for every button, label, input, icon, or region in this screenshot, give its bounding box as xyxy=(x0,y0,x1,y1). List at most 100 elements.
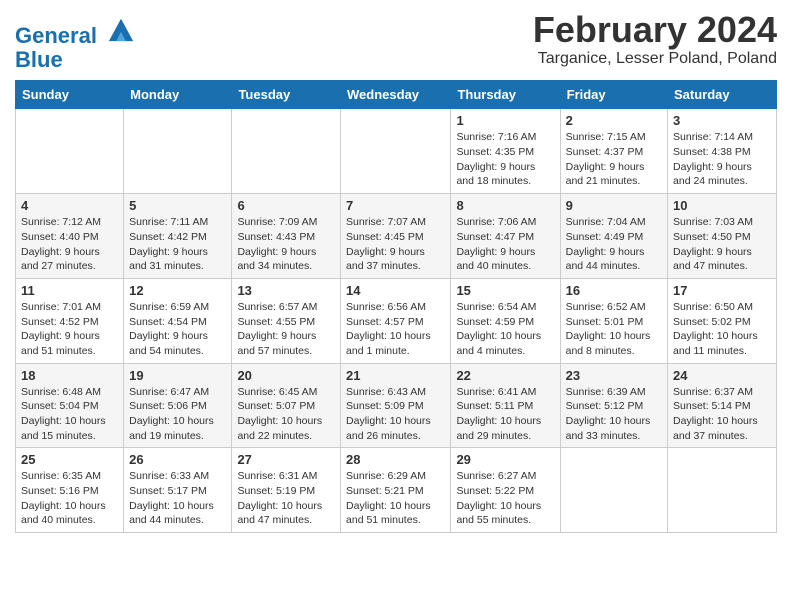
calendar-cell xyxy=(341,109,451,194)
calendar-cell: 24 Sunrise: 6:37 AMSunset: 5:14 PMDayligh… xyxy=(668,363,777,448)
logo-blue: Blue xyxy=(15,48,135,72)
col-thursday: Thursday xyxy=(451,81,560,109)
col-sunday: Sunday xyxy=(16,81,124,109)
day-number: 14 xyxy=(346,283,445,298)
day-number: 2 xyxy=(566,113,662,128)
day-number: 18 xyxy=(21,368,118,383)
day-info: Sunrise: 6:33 AMSunset: 5:17 PMDaylight:… xyxy=(129,469,226,528)
calendar-week-row: 1Sunrise: 7:16 AMSunset: 4:35 PMDaylight… xyxy=(16,109,777,194)
day-number: 21 xyxy=(346,368,445,383)
day-info: Sunrise: 6:41 AMSunset: 5:11 PMDaylight:… xyxy=(456,385,554,444)
day-info: Sunrise: 7:11 AMSunset: 4:42 PMDaylight:… xyxy=(129,215,226,274)
day-number: 16 xyxy=(566,283,662,298)
calendar-cell: 28 Sunrise: 6:29 AMSunset: 5:21 PMDayligh… xyxy=(341,448,451,533)
day-number: 17 xyxy=(673,283,771,298)
calendar-cell: 23 Sunrise: 6:39 AMSunset: 5:12 PMDayligh… xyxy=(560,363,667,448)
day-number: 10 xyxy=(673,198,771,213)
day-info: Sunrise: 6:57 AMSunset: 4:55 PMDaylight:… xyxy=(237,300,335,359)
day-info: Sunrise: 7:06 AMSunset: 4:47 PMDaylight:… xyxy=(456,215,554,274)
calendar-cell: 19Sunrise: 6:47 AMSunset: 5:06 PMDayligh… xyxy=(124,363,232,448)
calendar-cell: 12 Sunrise: 6:59 AMSunset: 4:54 PMDayligh… xyxy=(124,278,232,363)
calendar-cell: 22 Sunrise: 6:41 AMSunset: 5:11 PMDayligh… xyxy=(451,363,560,448)
col-wednesday: Wednesday xyxy=(341,81,451,109)
page-subtitle: Targanice, Lesser Poland, Poland xyxy=(533,50,777,68)
calendar-cell: 10Sunrise: 7:03 AMSunset: 4:50 PMDayligh… xyxy=(668,194,777,279)
day-number: 15 xyxy=(456,283,554,298)
calendar-cell: 7 Sunrise: 7:07 AMSunset: 4:45 PMDaylight… xyxy=(341,194,451,279)
day-number: 20 xyxy=(237,368,335,383)
calendar-cell: 20 Sunrise: 6:45 AMSunset: 5:07 PMDayligh… xyxy=(232,363,341,448)
day-info: Sunrise: 6:37 AMSunset: 5:14 PMDaylight:… xyxy=(673,385,771,444)
day-number: 27 xyxy=(237,452,335,467)
day-number: 13 xyxy=(237,283,335,298)
logo-icon xyxy=(107,15,135,43)
day-info: Sunrise: 6:39 AMSunset: 5:12 PMDaylight:… xyxy=(566,385,662,444)
day-info: Sunrise: 7:12 AMSunset: 4:40 PMDaylight:… xyxy=(21,215,118,274)
day-info: Sunrise: 6:50 AMSunset: 5:02 PMDaylight:… xyxy=(673,300,771,359)
logo: General Blue xyxy=(15,15,135,72)
day-info: Sunrise: 6:29 AMSunset: 5:21 PMDaylight:… xyxy=(346,469,445,528)
page-header: General Blue February 2024 Targanice, Le… xyxy=(15,10,777,72)
day-number: 25 xyxy=(21,452,118,467)
calendar-cell: 4Sunrise: 7:12 AMSunset: 4:40 PMDaylight… xyxy=(16,194,124,279)
day-number: 7 xyxy=(346,198,445,213)
day-info: Sunrise: 6:54 AMSunset: 4:59 PMDaylight:… xyxy=(456,300,554,359)
logo-text: General xyxy=(15,15,135,48)
calendar-cell: 5 Sunrise: 7:11 AMSunset: 4:42 PMDaylight… xyxy=(124,194,232,279)
calendar-cell: 21 Sunrise: 6:43 AMSunset: 5:09 PMDayligh… xyxy=(341,363,451,448)
day-number: 29 xyxy=(456,452,554,467)
day-number: 5 xyxy=(129,198,226,213)
day-info: Sunrise: 6:43 AMSunset: 5:09 PMDaylight:… xyxy=(346,385,445,444)
day-info: Sunrise: 6:45 AMSunset: 5:07 PMDaylight:… xyxy=(237,385,335,444)
page-title: February 2024 xyxy=(533,10,777,50)
logo-general: General xyxy=(15,23,97,48)
col-saturday: Saturday xyxy=(668,81,777,109)
day-info: Sunrise: 7:14 AMSunset: 4:38 PMDaylight:… xyxy=(673,130,771,189)
calendar-week-row: 4Sunrise: 7:12 AMSunset: 4:40 PMDaylight… xyxy=(16,194,777,279)
day-info: Sunrise: 7:07 AMSunset: 4:45 PMDaylight:… xyxy=(346,215,445,274)
day-number: 28 xyxy=(346,452,445,467)
day-number: 24 xyxy=(673,368,771,383)
col-tuesday: Tuesday xyxy=(232,81,341,109)
calendar-cell: 27 Sunrise: 6:31 AMSunset: 5:19 PMDayligh… xyxy=(232,448,341,533)
calendar-week-row: 11Sunrise: 7:01 AMSunset: 4:52 PMDayligh… xyxy=(16,278,777,363)
calendar-cell xyxy=(560,448,667,533)
calendar-cell: 29 Sunrise: 6:27 AMSunset: 5:22 PMDayligh… xyxy=(451,448,560,533)
calendar-cell xyxy=(668,448,777,533)
calendar-week-row: 25Sunrise: 6:35 AMSunset: 5:16 PMDayligh… xyxy=(16,448,777,533)
calendar-cell xyxy=(232,109,341,194)
calendar-week-row: 18 Sunrise: 6:48 AMSunset: 5:04 PMDayligh… xyxy=(16,363,777,448)
calendar-cell: 9Sunrise: 7:04 AMSunset: 4:49 PMDaylight… xyxy=(560,194,667,279)
day-info: Sunrise: 6:59 AMSunset: 4:54 PMDaylight:… xyxy=(129,300,226,359)
day-number: 11 xyxy=(21,283,118,298)
day-number: 19 xyxy=(129,368,226,383)
day-info: Sunrise: 6:31 AMSunset: 5:19 PMDaylight:… xyxy=(237,469,335,528)
day-info: Sunrise: 7:04 AMSunset: 4:49 PMDaylight:… xyxy=(566,215,662,274)
day-number: 6 xyxy=(237,198,335,213)
day-info: Sunrise: 6:52 AMSunset: 5:01 PMDaylight:… xyxy=(566,300,662,359)
col-friday: Friday xyxy=(560,81,667,109)
calendar-header-row: Sunday Monday Tuesday Wednesday Thursday… xyxy=(16,81,777,109)
day-info: Sunrise: 7:15 AMSunset: 4:37 PMDaylight:… xyxy=(566,130,662,189)
calendar-cell: 25Sunrise: 6:35 AMSunset: 5:16 PMDayligh… xyxy=(16,448,124,533)
calendar-cell: 6 Sunrise: 7:09 AMSunset: 4:43 PMDaylight… xyxy=(232,194,341,279)
day-info: Sunrise: 6:27 AMSunset: 5:22 PMDaylight:… xyxy=(456,469,554,528)
calendar-cell: 2 Sunrise: 7:15 AMSunset: 4:37 PMDaylight… xyxy=(560,109,667,194)
calendar-cell: 14Sunrise: 6:56 AMSunset: 4:57 PMDayligh… xyxy=(341,278,451,363)
calendar-cell: 16 Sunrise: 6:52 AMSunset: 5:01 PMDayligh… xyxy=(560,278,667,363)
calendar-cell: 26 Sunrise: 6:33 AMSunset: 5:17 PMDayligh… xyxy=(124,448,232,533)
calendar-cell: 3 Sunrise: 7:14 AMSunset: 4:38 PMDaylight… xyxy=(668,109,777,194)
calendar-cell: 13 Sunrise: 6:57 AMSunset: 4:55 PMDayligh… xyxy=(232,278,341,363)
day-number: 26 xyxy=(129,452,226,467)
calendar-cell: 18 Sunrise: 6:48 AMSunset: 5:04 PMDayligh… xyxy=(16,363,124,448)
day-number: 12 xyxy=(129,283,226,298)
day-number: 23 xyxy=(566,368,662,383)
title-area: February 2024 Targanice, Lesser Poland, … xyxy=(533,10,777,68)
day-number: 3 xyxy=(673,113,771,128)
day-info: Sunrise: 7:16 AMSunset: 4:35 PMDaylight:… xyxy=(456,130,554,189)
day-number: 8 xyxy=(456,198,554,213)
day-info: Sunrise: 7:09 AMSunset: 4:43 PMDaylight:… xyxy=(237,215,335,274)
day-info: Sunrise: 6:48 AMSunset: 5:04 PMDaylight:… xyxy=(21,385,118,444)
calendar-cell: 15 Sunrise: 6:54 AMSunset: 4:59 PMDayligh… xyxy=(451,278,560,363)
day-number: 22 xyxy=(456,368,554,383)
